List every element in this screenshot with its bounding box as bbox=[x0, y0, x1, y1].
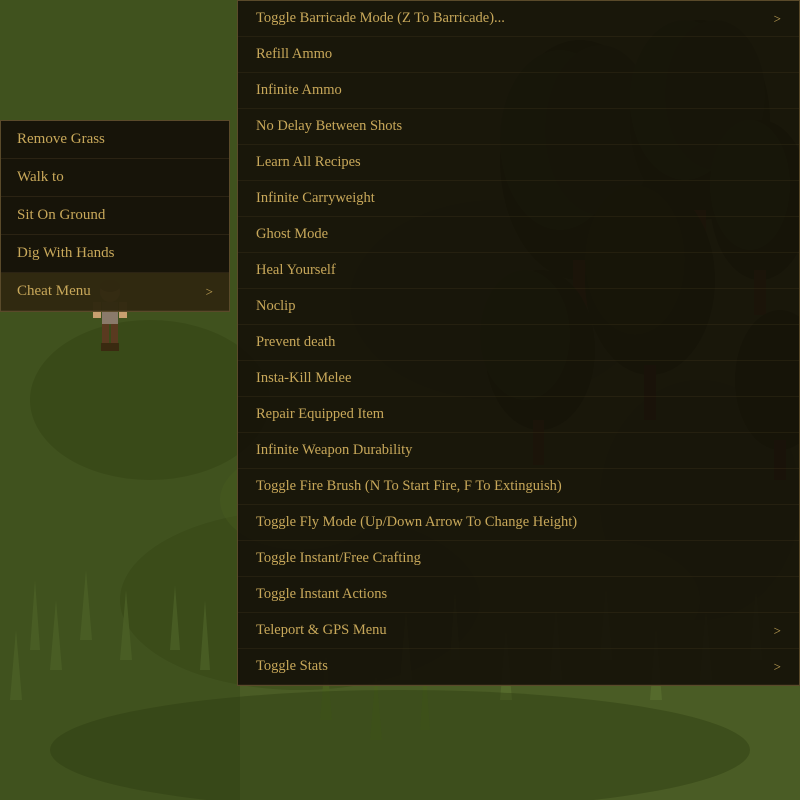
cheat-label-infinite-carryweight: Infinite Carryweight bbox=[256, 190, 375, 207]
cheat-item-heal-yourself[interactable]: Heal Yourself bbox=[238, 253, 799, 289]
cheat-label-toggle-instant-crafting: Toggle Instant/Free Crafting bbox=[256, 550, 421, 567]
arrow-icon: > bbox=[774, 623, 781, 639]
cheat-item-toggle-fire-brush[interactable]: Toggle Fire Brush (N To Start Fire, F To… bbox=[238, 469, 799, 505]
cheat-label-infinite-weapon-durability: Infinite Weapon Durability bbox=[256, 442, 412, 459]
cheat-item-toggle-instant-actions[interactable]: Toggle Instant Actions bbox=[238, 577, 799, 613]
cheat-label-ghost-mode: Ghost Mode bbox=[256, 226, 328, 243]
cheat-label-repair-equipped: Repair Equipped Item bbox=[256, 406, 384, 423]
arrow-icon: > bbox=[774, 659, 781, 675]
cheat-label-teleport-gps: Teleport & GPS Menu bbox=[256, 622, 387, 639]
cheat-label-no-delay: No Delay Between Shots bbox=[256, 118, 402, 135]
cheat-label-toggle-barricade: Toggle Barricade Mode (Z To Barricade)..… bbox=[256, 10, 505, 27]
cheat-item-infinite-carryweight[interactable]: Infinite Carryweight bbox=[238, 181, 799, 217]
cheat-label-toggle-fly-mode: Toggle Fly Mode (Up/Down Arrow To Change… bbox=[256, 514, 577, 531]
cheat-item-learn-all-recipes[interactable]: Learn All Recipes bbox=[238, 145, 799, 181]
context-menu-label-sit-on-ground: Sit On Ground bbox=[17, 207, 105, 224]
context-menu-label-remove-grass: Remove Grass bbox=[17, 131, 105, 148]
cheat-item-teleport-gps[interactable]: Teleport & GPS Menu > bbox=[238, 613, 799, 649]
cheat-label-insta-kill-melee: Insta-Kill Melee bbox=[256, 370, 351, 387]
cheat-item-toggle-fly-mode[interactable]: Toggle Fly Mode (Up/Down Arrow To Change… bbox=[238, 505, 799, 541]
context-menu-item-walk-to[interactable]: Walk to bbox=[1, 159, 229, 197]
cheat-item-toggle-barricade[interactable]: Toggle Barricade Mode (Z To Barricade)..… bbox=[238, 1, 799, 37]
cheat-item-repair-equipped[interactable]: Repair Equipped Item bbox=[238, 397, 799, 433]
context-menu-item-dig-with-hands[interactable]: Dig With Hands bbox=[1, 235, 229, 273]
cheat-item-no-delay[interactable]: No Delay Between Shots bbox=[238, 109, 799, 145]
cheat-label-toggle-stats: Toggle Stats bbox=[256, 658, 328, 675]
cheat-item-refill-ammo[interactable]: Refill Ammo bbox=[238, 37, 799, 73]
context-menu: Remove Grass Walk to Sit On Ground Dig With… bbox=[0, 120, 230, 312]
cheat-label-heal-yourself: Heal Yourself bbox=[256, 262, 336, 279]
arrow-icon: > bbox=[206, 284, 213, 300]
arrow-icon: > bbox=[774, 11, 781, 27]
cheat-label-refill-ammo: Refill Ammo bbox=[256, 46, 332, 63]
cheat-label-noclip: Noclip bbox=[256, 298, 295, 315]
context-menu-label-walk-to: Walk to bbox=[17, 169, 64, 186]
context-menu-item-cheat-menu[interactable]: Cheat Menu > bbox=[1, 273, 229, 311]
cheat-label-prevent-death: Prevent death bbox=[256, 334, 335, 351]
cheat-label-infinite-ammo: Infinite Ammo bbox=[256, 82, 342, 99]
cheat-label-toggle-fire-brush: Toggle Fire Brush (N To Start Fire, F To… bbox=[256, 478, 562, 495]
context-menu-item-remove-grass[interactable]: Remove Grass bbox=[1, 121, 229, 159]
cheat-label-toggle-instant-actions: Toggle Instant Actions bbox=[256, 586, 387, 603]
cheat-submenu: Toggle Barricade Mode (Z To Barricade)..… bbox=[237, 0, 800, 686]
cheat-item-insta-kill-melee[interactable]: Insta-Kill Melee bbox=[238, 361, 799, 397]
cheat-label-learn-all-recipes: Learn All Recipes bbox=[256, 154, 361, 171]
cheat-item-infinite-ammo[interactable]: Infinite Ammo bbox=[238, 73, 799, 109]
cheat-item-ghost-mode[interactable]: Ghost Mode bbox=[238, 217, 799, 253]
cheat-item-toggle-instant-crafting[interactable]: Toggle Instant/Free Crafting bbox=[238, 541, 799, 577]
cheat-item-prevent-death[interactable]: Prevent death bbox=[238, 325, 799, 361]
cheat-item-infinite-weapon-durability[interactable]: Infinite Weapon Durability bbox=[238, 433, 799, 469]
cheat-item-toggle-stats[interactable]: Toggle Stats > bbox=[238, 649, 799, 685]
cheat-item-noclip[interactable]: Noclip bbox=[238, 289, 799, 325]
context-menu-label-dig-with-hands: Dig With Hands bbox=[17, 245, 114, 262]
context-menu-label-cheat-menu: Cheat Menu bbox=[17, 283, 91, 300]
context-menu-item-sit-on-ground[interactable]: Sit On Ground bbox=[1, 197, 229, 235]
